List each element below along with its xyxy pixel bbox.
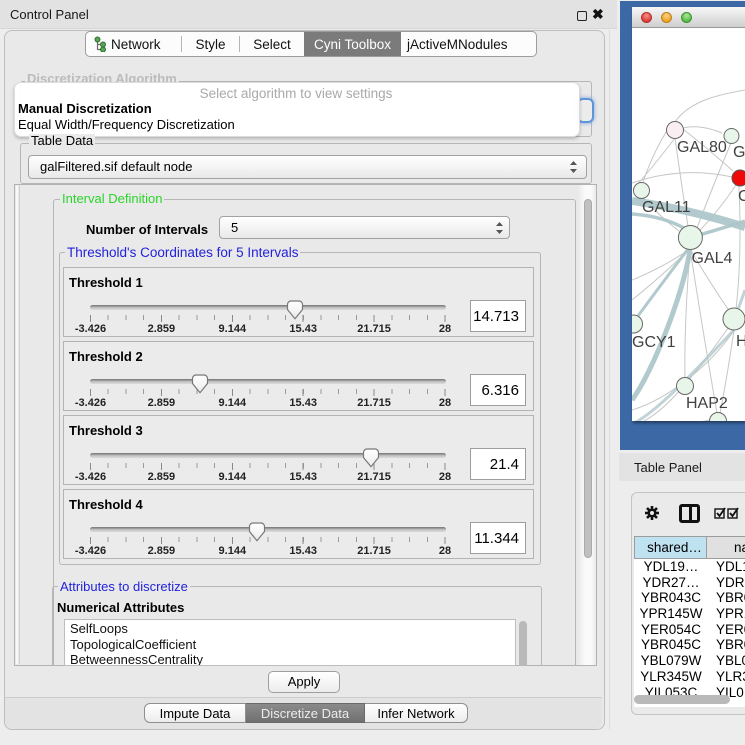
svg-text:GAL4: GAL4 bbox=[692, 250, 733, 267]
svg-text:GAL80: GAL80 bbox=[677, 139, 727, 156]
svg-text:GA: GA bbox=[733, 144, 745, 161]
svg-text:H: H bbox=[736, 333, 745, 350]
svg-text:HAP2: HAP2 bbox=[686, 395, 728, 412]
svg-text:GAL11: GAL11 bbox=[642, 199, 691, 216]
svg-text:C: C bbox=[738, 188, 745, 205]
svg-text:GCY1: GCY1 bbox=[632, 334, 676, 351]
